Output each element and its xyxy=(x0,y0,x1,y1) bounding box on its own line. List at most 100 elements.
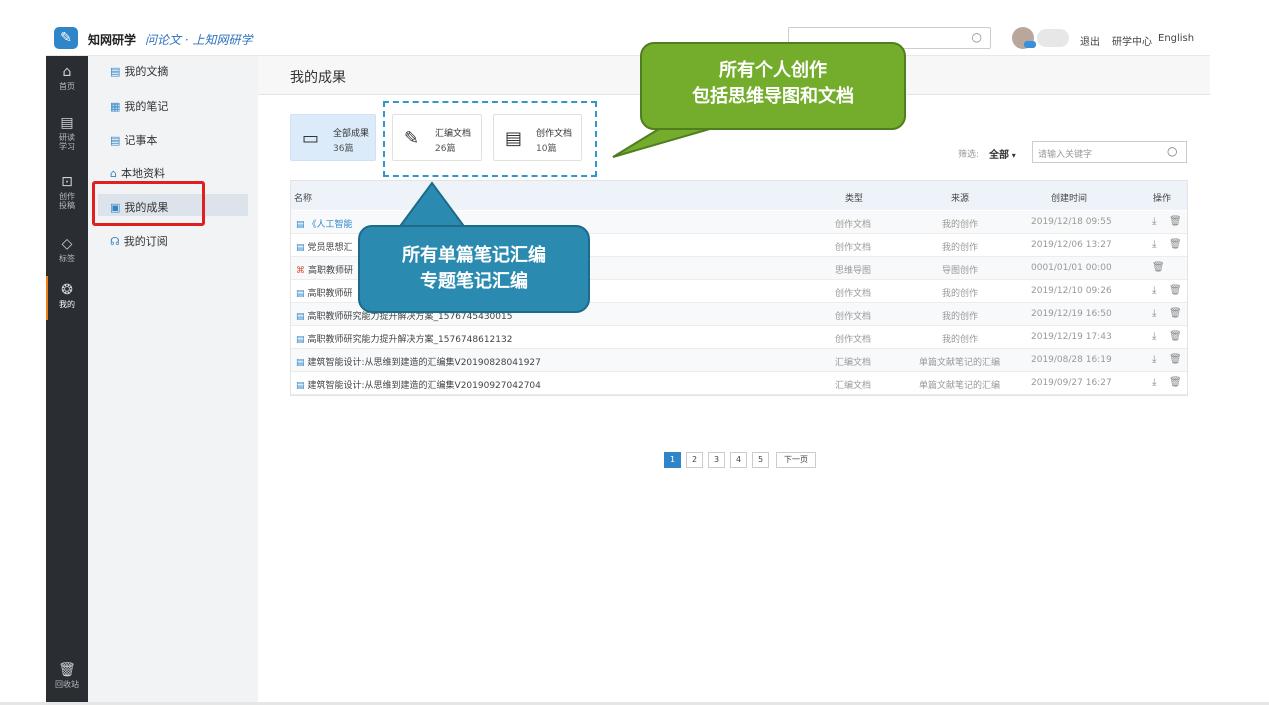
menu-notebook-label: 记事本 xyxy=(124,134,158,147)
row-source: 导图创作 xyxy=(942,266,979,276)
table-row[interactable]: ▤ 建筑智能设计:从思维到建造的汇编集V20190927042704 汇编文档 单… xyxy=(290,372,1188,395)
row-source: 我的创作 xyxy=(942,220,979,230)
callout-green-line1: 所有个人创作 xyxy=(719,60,827,81)
nav-recycle[interactable]: 🗑 回收站 xyxy=(46,662,88,689)
search-icon[interactable]: ○ xyxy=(1167,144,1177,158)
download-icon[interactable]: ⤓ xyxy=(1152,308,1156,319)
row-name-text: 党员思想汇 xyxy=(307,243,353,253)
side-menu xyxy=(88,56,258,705)
doc-icon: ▤ xyxy=(296,335,305,345)
filter-dropdown[interactable]: 全部 xyxy=(989,146,1016,161)
menu-my-subscriptions-label: 我的订阅 xyxy=(123,235,168,248)
doc-icon: ▤ xyxy=(296,243,305,253)
delete-icon[interactable]: 🗑 xyxy=(1169,377,1182,388)
nav-tags-label: 标签 xyxy=(59,254,75,263)
row-source: 我的创作 xyxy=(942,312,979,322)
row-time: 2019/12/19 17:43 xyxy=(1031,332,1112,342)
digest-icon: ▤ xyxy=(110,65,121,78)
row-time: 2019/12/18 09:55 xyxy=(1031,217,1112,227)
logo-icon[interactable]: ✎ xyxy=(54,27,78,49)
tag-icon: ◇ xyxy=(61,236,73,252)
notes-icon: ▦ xyxy=(110,100,121,113)
download-icon[interactable]: ⤓ xyxy=(1152,285,1156,296)
row-name-text: 高职教师研究能力提升解决方案_1576748612132 xyxy=(307,335,513,345)
download-icon[interactable]: ⤓ xyxy=(1152,239,1156,250)
logout-link[interactable]: 退出 xyxy=(1080,33,1100,48)
left-nav xyxy=(46,56,88,705)
row-type: 创作文档 xyxy=(835,289,872,299)
row-name-text: 高职教师研究能力提升解决方案_1576745430015 xyxy=(307,312,513,322)
nav-study[interactable]: ▤ 研读学习 xyxy=(46,115,88,151)
trash-icon: 🗑 xyxy=(58,662,76,678)
row-source: 单篇文献笔记的汇编 xyxy=(919,358,1001,368)
callout-personal-creations: 所有个人创作 包括思维导图和文档 xyxy=(640,42,906,130)
annotation-dashed-box xyxy=(383,101,597,177)
download-icon[interactable]: ⤓ xyxy=(1152,377,1156,388)
row-name[interactable]: ⌘ 高职教师研 xyxy=(296,263,353,276)
download-icon[interactable]: ⤓ xyxy=(1152,216,1156,227)
delete-icon[interactable]: 🗑 xyxy=(1169,354,1182,365)
menu-my-subscriptions[interactable]: ☊ 我的订阅 xyxy=(110,233,168,249)
row-type: 创作文档 xyxy=(835,335,872,345)
row-time: 2019/12/06 13:27 xyxy=(1031,240,1112,250)
row-name-text: 高职教师研 xyxy=(308,266,354,276)
row-type: 汇编文档 xyxy=(835,381,872,391)
avatar[interactable] xyxy=(1012,27,1036,49)
row-name[interactable]: ▤ 党员思想汇 xyxy=(296,240,353,253)
menu-notebook[interactable]: ▤ 记事本 xyxy=(110,132,157,148)
page-button[interactable]: 2 xyxy=(686,452,703,468)
row-source: 我的创作 xyxy=(942,335,979,345)
app-window: ✎ 知网研学 问论文 · 上知网研学 ○ 退出 研学中心 English ⌂ 首… xyxy=(0,0,1269,705)
nav-tags[interactable]: ◇ 标签 xyxy=(46,236,88,263)
download-icon[interactable]: ⤓ xyxy=(1152,354,1156,365)
nav-home[interactable]: ⌂ 首页 xyxy=(46,64,88,91)
mindmap-icon: ⌘ xyxy=(296,266,305,276)
table-row[interactable]: ▤ 建筑智能设计:从思维到建造的汇编集V20190828041927 汇编文档 单… xyxy=(290,349,1188,372)
row-name[interactable]: ▤ 建筑智能设计:从思维到建造的汇编集V20190828041927 xyxy=(296,355,541,368)
row-name[interactable]: ▤ 高职教师研 xyxy=(296,286,353,299)
page-button[interactable]: 1 xyxy=(664,452,681,468)
row-name[interactable]: ▤ 建筑智能设计:从思维到建造的汇编集V20190927042704 xyxy=(296,378,541,391)
research-center-link[interactable]: 研学中心 xyxy=(1112,33,1152,48)
delete-icon[interactable]: 🗑 xyxy=(1152,262,1165,273)
delete-icon[interactable]: 🗑 xyxy=(1169,239,1182,250)
nav-mine[interactable]: ❂ 我的 xyxy=(46,276,88,320)
doc-icon: ▤ xyxy=(296,381,305,391)
card-all-label: 全部成果 xyxy=(333,129,370,139)
brand-name[interactable]: 知网研学 xyxy=(88,31,136,48)
nav-create[interactable]: ⊡ 创作投稿 xyxy=(46,174,88,210)
menu-local-files[interactable]: ⌂ 本地资料 xyxy=(110,165,165,181)
next-page-button[interactable]: 下一页 xyxy=(776,452,816,468)
row-time: 2019/09/27 16:27 xyxy=(1031,378,1112,388)
callout-blue-line2: 专题笔记汇编 xyxy=(420,271,528,292)
row-time: 2019/12/10 09:26 xyxy=(1031,286,1112,296)
menu-my-notes[interactable]: ▦ 我的笔记 xyxy=(110,98,168,114)
row-type: 思维导图 xyxy=(835,266,872,276)
download-icon[interactable]: ⤓ xyxy=(1152,331,1156,342)
col-source: 来源 xyxy=(951,194,970,204)
menu-my-digest[interactable]: ▤ 我的文摘 xyxy=(110,63,168,79)
row-name-text: 建筑智能设计:从思维到建造的汇编集V20190927042704 xyxy=(307,381,541,391)
table-row[interactable]: ▤ 高职教师研究能力提升解决方案_1576748612132 创作文档 我的创作 … xyxy=(290,326,1188,349)
delete-icon[interactable]: 🗑 xyxy=(1169,285,1182,296)
menu-my-notes-label: 我的笔记 xyxy=(124,100,169,113)
delete-icon[interactable]: 🗑 xyxy=(1169,331,1182,342)
english-link[interactable]: English xyxy=(1158,33,1194,44)
col-created: 创建时间 xyxy=(1051,194,1088,204)
page-button[interactable]: 3 xyxy=(708,452,725,468)
callout-note-compilations: 所有单篇笔记汇编 专题笔记汇编 xyxy=(358,225,590,313)
menu-my-digest-label: 我的文摘 xyxy=(124,65,169,78)
rss-icon: ☊ xyxy=(110,235,120,248)
search-icon[interactable]: ○ xyxy=(972,30,982,44)
row-source: 单篇文献笔记的汇编 xyxy=(919,381,1001,391)
row-name[interactable]: ▤ 高职教师研究能力提升解决方案_1576748612132 xyxy=(296,332,512,345)
page-button[interactable]: 5 xyxy=(752,452,769,468)
card-all-results[interactable]: ▭ 全部成果 36篇 xyxy=(290,114,376,161)
home-icon: ⌂ xyxy=(62,64,72,80)
delete-icon[interactable]: 🗑 xyxy=(1169,308,1182,319)
delete-icon[interactable]: 🗑 xyxy=(1169,216,1182,227)
col-name: 名称 xyxy=(294,194,313,204)
page-button[interactable]: 4 xyxy=(730,452,747,468)
row-name[interactable]: ▤ 《人工智能 xyxy=(296,217,353,230)
keyword-search-input[interactable]: 请输入关键字 xyxy=(1032,141,1187,163)
